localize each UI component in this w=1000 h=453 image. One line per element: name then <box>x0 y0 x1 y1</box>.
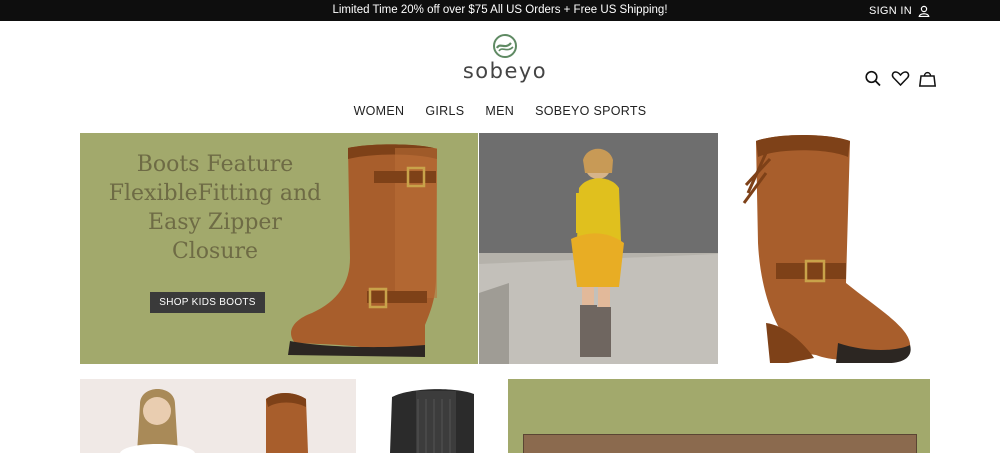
woman-product-tile[interactable] <box>80 379 356 453</box>
woman-model-image <box>120 389 308 453</box>
sign-in-link[interactable]: SIGN IN <box>869 0 930 21</box>
shopping-bag-icon[interactable] <box>918 70 937 87</box>
promo-text: Limited Time 20% off over $75 All US Ord… <box>332 4 668 16</box>
black-boot-image <box>390 389 474 453</box>
hero-promo-banner[interactable]: Boots Feature FlexibleFitting and Easy Z… <box>80 133 478 364</box>
tall-riding-boot-image <box>288 144 437 357</box>
olive-promo-tile[interactable] <box>508 379 930 453</box>
promo-bar: Limited Time 20% off over $75 All US Ord… <box>0 0 1000 21</box>
main-nav: WOMEN GIRLS MEN SOBEYO SPORTS <box>0 104 1000 118</box>
sobeyo-logo-mark <box>493 34 517 58</box>
search-icon[interactable] <box>864 70 883 87</box>
brand-logo[interactable]: sobeyo <box>450 34 560 83</box>
girl-in-boots-image <box>479 133 718 364</box>
user-icon <box>918 5 930 17</box>
heart-icon[interactable] <box>891 70 910 87</box>
nav-item-women[interactable]: WOMEN <box>354 104 405 118</box>
hero-girl-photo[interactable] <box>479 133 718 364</box>
nav-item-girls[interactable]: GIRLS <box>425 104 464 118</box>
brown-inner-panel <box>523 434 917 453</box>
sign-in-label: SIGN IN <box>868 4 912 17</box>
header-actions <box>864 70 937 87</box>
hero-boot-product[interactable] <box>718 133 930 364</box>
black-boot-tile[interactable] <box>356 379 508 453</box>
nav-item-sobeyo-sports[interactable]: SOBEYO SPORTS <box>535 104 646 118</box>
logo-text: sobeyo <box>462 59 548 83</box>
nav-item-men[interactable]: MEN <box>485 104 514 118</box>
lace-up-boot-image <box>742 135 911 363</box>
